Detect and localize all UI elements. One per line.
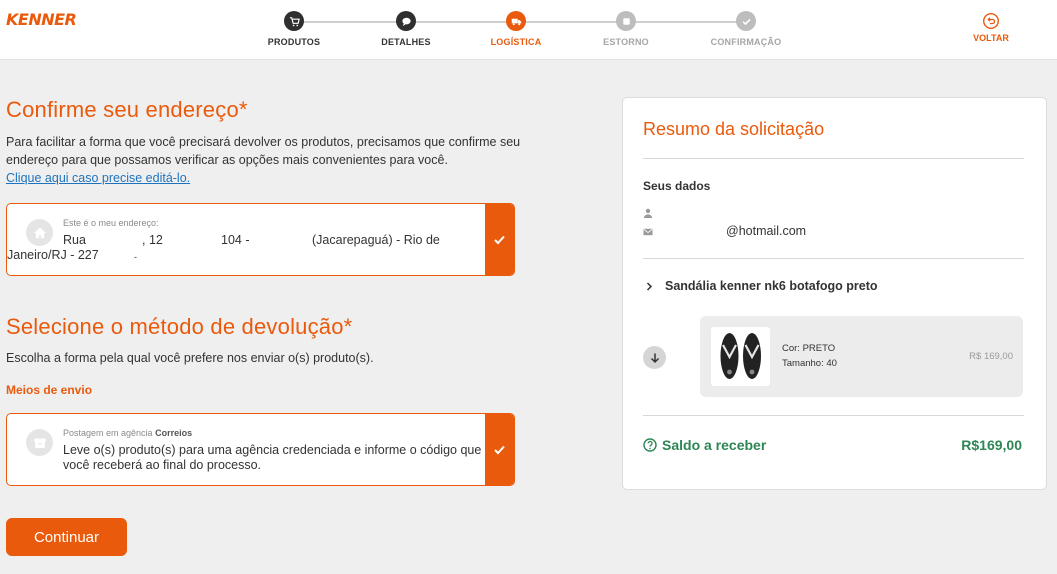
step-label: CONFIRMAÇÃO — [710, 37, 782, 47]
shipping-option-caption: Postagem em agência Correios — [63, 428, 192, 438]
shipping-option-description: Leve o(s) produto(s) para uma agência cr… — [63, 443, 482, 472]
address-card[interactable]: Este é o meu endereço: Rua , 12 104 - (J… — [6, 203, 515, 276]
balance-value: R$169,00 — [961, 437, 1022, 453]
cart-icon — [284, 11, 304, 31]
address-street: Rua — [63, 233, 86, 247]
edit-address-link[interactable]: Clique aqui caso precise editá-lo. — [6, 171, 190, 185]
item-price: R$ 169,00 — [969, 351, 1013, 362]
summary-panel: Resumo da solicitação Seus dados @hotmai… — [622, 97, 1047, 490]
address-city: Janeiro/RJ - 227 — [7, 248, 99, 262]
address-caption: Este é o meu endereço: — [63, 218, 159, 228]
product-toggle[interactable]: Sandália kenner nk6 botafogo preto — [645, 279, 878, 293]
user-icon — [643, 208, 653, 218]
item-size: Tamanho: 40 — [782, 358, 837, 369]
back-button[interactable]: VOLTAR — [966, 12, 1016, 43]
chat-icon — [396, 11, 416, 31]
mail-icon — [643, 228, 653, 236]
step-logistica: LOGÍSTICA — [456, 11, 576, 47]
balance-label: Saldo a receber — [643, 437, 766, 453]
shipping-option-type: Postagem em agência — [63, 428, 153, 438]
step-confirmacao: CONFIRMAÇÃO — [686, 11, 806, 47]
return-method-title: Selecione o método de devolução* — [6, 314, 353, 339]
shipping-carrier: Correios — [155, 428, 193, 438]
step-estorno: ESTORNO — [566, 11, 686, 47]
product-thumbnail — [711, 327, 770, 386]
back-arrow-icon — [982, 12, 1000, 30]
product-name: Sandália kenner nk6 botafogo preto — [665, 279, 878, 293]
address-description: Para facilitar a forma que você precisar… — [6, 133, 536, 187]
step-label: PRODUTOS — [267, 37, 321, 47]
step-label: LOGÍSTICA — [490, 37, 542, 47]
balance-label-text: Saldo a receber — [662, 437, 767, 453]
truck-icon — [506, 11, 526, 31]
shipping-means-label: Meios de envio — [6, 383, 93, 397]
back-label: VOLTAR — [973, 33, 1009, 43]
summary-title: Resumo da solicitação — [643, 119, 825, 139]
return-method-description: Escolha a forma pela qual você prefere n… — [6, 351, 374, 365]
address-description-text: Para facilitar a forma que você precisar… — [6, 135, 521, 167]
arrow-down-icon[interactable] — [643, 346, 666, 369]
package-icon — [26, 429, 53, 456]
top-header: KENNER PRODUTOS DETALHES LOGÍSTICA ESTOR… — [0, 0, 1057, 60]
item-color: Cor: PRETO — [782, 343, 836, 354]
divider — [643, 415, 1024, 416]
chevron-right-icon — [646, 281, 653, 291]
step-produtos: PRODUTOS — [234, 11, 354, 47]
address-city-extra: - — [134, 252, 137, 262]
your-data-label: Seus dados — [643, 179, 711, 193]
shipping-option-correios[interactable]: Postagem em agência Correios Leve o(s) p… — [6, 413, 515, 486]
step-label: ESTORNO — [603, 37, 649, 47]
product-item-card: Cor: PRETO Tamanho: 40 R$ 169,00 — [700, 316, 1023, 397]
step-label: DETALHES — [381, 37, 431, 47]
home-icon — [26, 219, 53, 246]
step-detalhes: DETALHES — [346, 11, 466, 47]
divider — [643, 258, 1024, 259]
checkmark-icon — [494, 445, 505, 455]
continue-button[interactable]: Continuar — [6, 518, 127, 556]
divider — [643, 158, 1024, 159]
check-icon — [736, 11, 756, 31]
address-title: Confirme seu endereço* — [6, 97, 248, 122]
address-complement: 104 - — [221, 233, 250, 247]
shipping-selected-check — [485, 414, 514, 485]
square-icon — [616, 11, 636, 31]
progress-stepper: PRODUTOS DETALHES LOGÍSTICA ESTORNO CONF — [0, 0, 1057, 60]
address-number: , 12 — [142, 233, 163, 247]
address-district: (Jacarepaguá) - Rio de — [312, 233, 440, 247]
user-email: @hotmail.com — [726, 224, 807, 238]
help-circle-icon[interactable] — [643, 438, 657, 452]
checkmark-icon — [494, 235, 505, 245]
address-selected-check — [485, 204, 514, 275]
sandal-image — [720, 333, 761, 379]
